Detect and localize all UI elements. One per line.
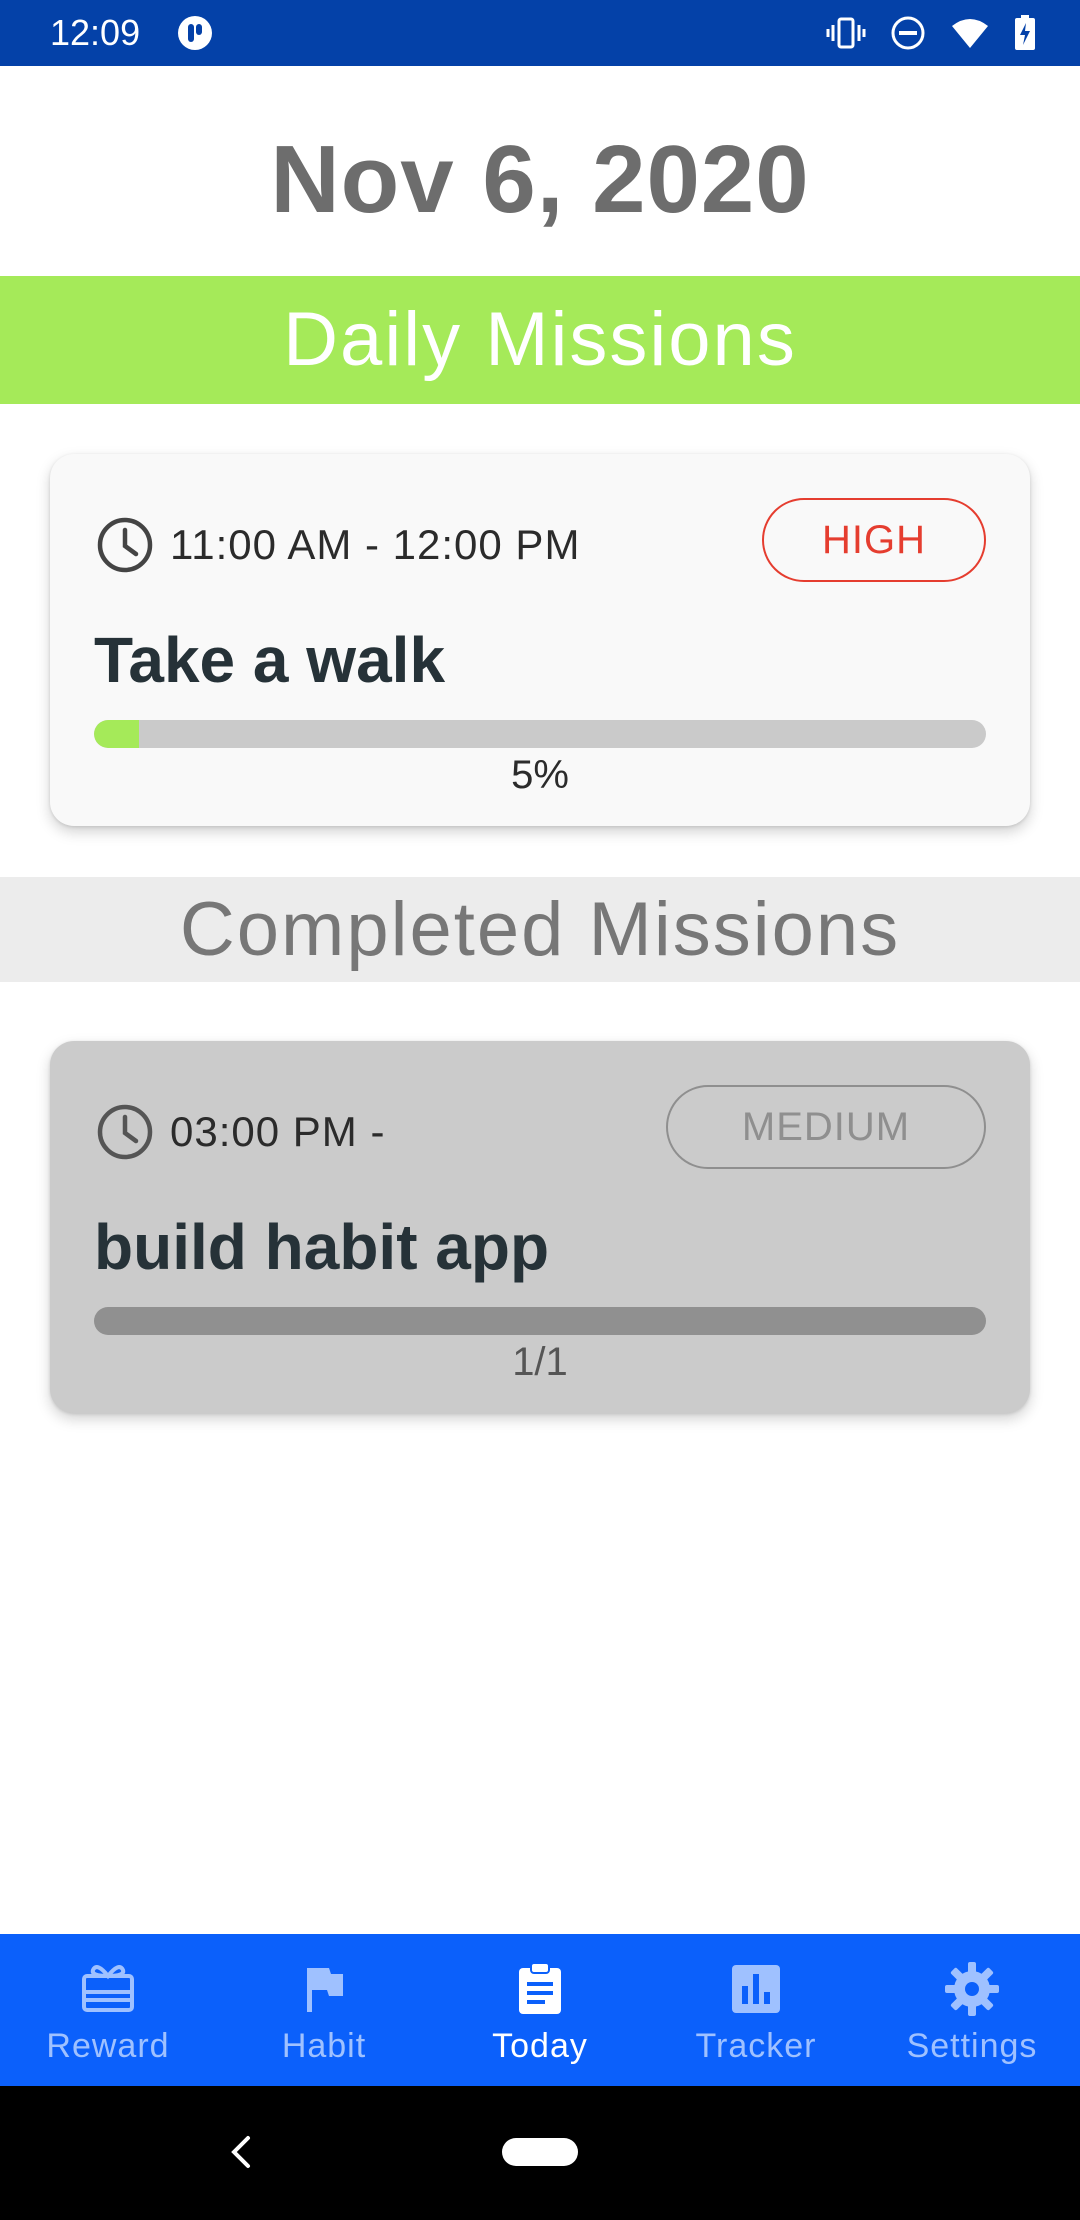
status-icons	[826, 13, 1036, 53]
completed-missions-header: Completed Missions	[0, 877, 1080, 982]
nav-label: Habit	[281, 2027, 367, 2065]
nav-item-settings[interactable]: Settings	[864, 1934, 1080, 2086]
home-button[interactable]	[502, 2138, 578, 2166]
battery-charging-icon	[1015, 15, 1035, 50]
nav-item-reward[interactable]: Reward	[0, 1934, 216, 2086]
completed-mission-card[interactable]: 03:00 PM - MEDIUM build habit app 1/1	[50, 1041, 1030, 1413]
system-nav-bar	[0, 2086, 1080, 2220]
nav-label: Today	[492, 2027, 588, 2065]
status-time: 12:09	[50, 12, 141, 53]
nav-label: Reward	[46, 2027, 170, 2065]
mission-card[interactable]: 11:00 AM - 12:00 PM HIGH Take a walk 5%	[50, 454, 1030, 826]
back-icon[interactable]	[222, 2132, 262, 2172]
daily-missions-header: Daily Missions	[0, 276, 1080, 404]
mission-progress-fill	[94, 1307, 986, 1335]
mission-time-row: 03:00 PM -	[96, 1103, 385, 1161]
gear-icon	[945, 1962, 999, 2016]
clipboard-icon	[519, 1962, 561, 2014]
mission-title: Take a walk	[94, 624, 446, 696]
mission-progress-fill	[94, 720, 139, 748]
app-notification-icon	[178, 16, 212, 50]
flag-icon	[307, 1968, 343, 2012]
mission-progress-bar	[94, 1307, 986, 1335]
gift-card-icon	[82, 1965, 134, 2012]
mission-time: 11:00 AM - 12:00 PM	[170, 521, 581, 568]
nav-label: Tracker	[695, 2027, 817, 2065]
mission-time-row: 11:00 AM - 12:00 PM	[96, 516, 580, 574]
vibrate-icon	[826, 17, 866, 49]
mission-progress-label: 5%	[511, 753, 569, 797]
bottom-nav: Reward Habit Today Tracker Settings	[0, 1934, 1080, 2086]
do-not-disturb-icon	[891, 16, 925, 50]
nav-item-today[interactable]: Today	[432, 1934, 648, 2086]
clock-icon	[97, 1104, 153, 1160]
nav-item-habit[interactable]: Habit	[216, 1934, 432, 2086]
page-title: Nov 6, 2020	[270, 126, 810, 233]
wifi-icon	[952, 19, 988, 48]
priority-badge: MEDIUM	[666, 1085, 986, 1169]
clock-icon	[97, 517, 153, 573]
nav-item-tracker[interactable]: Tracker	[648, 1934, 864, 2086]
bar-chart-icon	[732, 1965, 780, 2013]
mission-progress-bar	[94, 720, 986, 748]
status-bar: 12:09	[0, 0, 1080, 66]
mission-progress-label: 1/1	[512, 1340, 568, 1384]
mission-title: build habit app	[94, 1211, 550, 1283]
mission-time: 03:00 PM -	[170, 1108, 386, 1155]
priority-badge: HIGH	[762, 498, 986, 582]
nav-label: Settings	[906, 2027, 1038, 2065]
